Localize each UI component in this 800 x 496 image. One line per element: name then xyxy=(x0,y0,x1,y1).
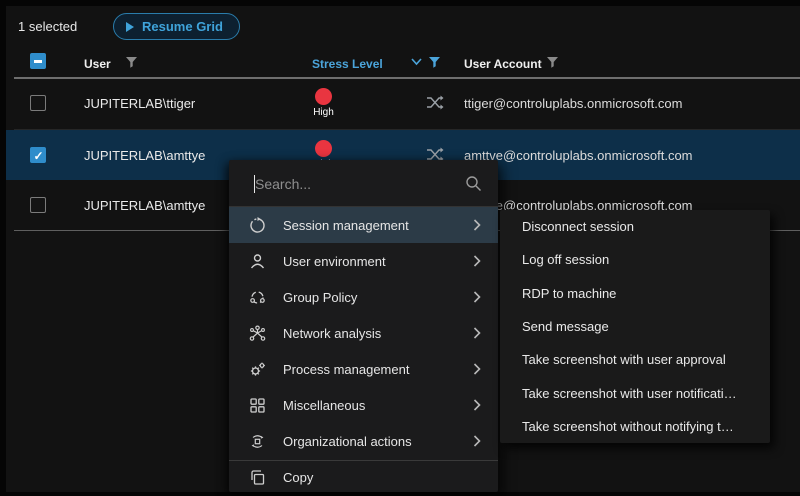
menu-item-label: Copy xyxy=(283,470,314,485)
filter-icon[interactable] xyxy=(125,56,138,69)
select-all-checkbox[interactable] xyxy=(30,53,46,69)
app-panel: 1 selected Resume Grid User Stress Level… xyxy=(6,6,800,492)
play-icon xyxy=(126,21,134,32)
user-cell: JUPITERLAB\amttye xyxy=(84,148,206,163)
chevron-right-icon xyxy=(473,327,481,339)
menu-item-label: User environment xyxy=(283,253,386,269)
process-management-icon xyxy=(250,362,265,376)
stress-level-label: High xyxy=(313,107,334,118)
filter-icon[interactable] xyxy=(546,56,559,69)
row-checkbox[interactable] xyxy=(30,95,46,111)
chevron-right-icon xyxy=(473,255,481,267)
menu-item-organizational-actions[interactable]: Organizational actions xyxy=(229,423,498,459)
stress-level-indicator xyxy=(315,140,332,157)
search-input[interactable] xyxy=(255,172,455,196)
context-menu: Session management User environment Grou… xyxy=(229,160,498,492)
chevron-right-icon xyxy=(473,219,481,231)
submenu-item-screenshot-approval[interactable]: Take screenshot with user approval xyxy=(500,343,770,376)
user-cell: JUPITERLAB\ttiger xyxy=(84,96,196,111)
submenu-item-screenshot-no-notify[interactable]: Take screenshot without notifying t… xyxy=(500,410,770,443)
menu-divider xyxy=(229,460,498,461)
account-cell: ttiger@controluplabs.onmicrosoft.com xyxy=(464,96,683,111)
submenu-item-disconnect-session[interactable]: Disconnect session xyxy=(500,210,770,243)
row-checkbox[interactable] xyxy=(30,147,46,163)
chevron-right-icon xyxy=(473,435,481,447)
stress-level-indicator xyxy=(315,88,332,105)
submenu-item-rdp-to-machine[interactable]: RDP to machine xyxy=(500,277,770,310)
account-cell: amttve@controluplabs.onmicrosoft.com xyxy=(464,148,693,163)
group-policy-icon xyxy=(250,290,265,304)
menu-item-label: Miscellaneous xyxy=(283,397,366,413)
submenu-item-send-message[interactable]: Send message xyxy=(500,310,770,343)
shuffle-icon xyxy=(427,95,444,110)
user-cell: JUPITERLAB\amttye xyxy=(84,198,206,213)
menu-item-miscellaneous[interactable]: Miscellaneous xyxy=(229,387,498,423)
context-menu-search xyxy=(229,160,498,207)
menu-item-label: Process management xyxy=(283,361,410,377)
search-icon xyxy=(466,176,481,191)
menu-item-session-management[interactable]: Session management xyxy=(229,207,498,243)
column-header-stress-level[interactable]: Stress Level xyxy=(312,57,383,71)
chevron-right-icon xyxy=(473,291,481,303)
menu-item-network-analysis[interactable]: Network analysis xyxy=(229,315,498,351)
chevron-right-icon xyxy=(473,363,481,375)
menu-item-user-environment[interactable]: User environment xyxy=(229,243,498,279)
copy-icon xyxy=(251,470,265,485)
submenu-item-log-off-session[interactable]: Log off session xyxy=(500,243,770,276)
sort-desc-icon[interactable] xyxy=(411,58,422,66)
row-checkbox[interactable] xyxy=(30,197,46,213)
selected-count-label: 1 selected xyxy=(18,19,78,34)
table-row[interactable]: JUPITERLAB\ttiger High ttiger@controlupl… xyxy=(6,78,800,130)
user-environment-icon xyxy=(250,253,265,268)
submenu-item-screenshot-notification[interactable]: Take screenshot with user notificati… xyxy=(500,376,770,409)
organizational-actions-icon xyxy=(251,434,264,448)
column-header-user[interactable]: User xyxy=(84,57,111,71)
chevron-right-icon xyxy=(473,399,481,411)
menu-item-label: Group Policy xyxy=(283,289,358,305)
session-management-icon xyxy=(250,216,265,233)
menu-item-copy[interactable]: Copy xyxy=(229,462,498,493)
resume-grid-button-label: Resume Grid xyxy=(142,19,223,34)
filter-icon[interactable] xyxy=(428,56,441,69)
menu-item-process-management[interactable]: Process management xyxy=(229,351,498,387)
menu-item-label: Network analysis xyxy=(283,325,382,341)
network-analysis-icon xyxy=(249,324,266,341)
miscellaneous-icon xyxy=(250,397,265,413)
table-header: User Stress Level User Account xyxy=(6,50,800,77)
column-header-user-account[interactable]: User Account xyxy=(464,57,542,71)
menu-item-label: Session management xyxy=(283,217,409,233)
menu-item-group-policy[interactable]: Group Policy xyxy=(229,279,498,315)
session-management-submenu: Disconnect session Log off session RDP t… xyxy=(500,210,770,443)
menu-item-label: Organizational actions xyxy=(283,433,412,449)
resume-grid-button[interactable]: Resume Grid xyxy=(113,13,240,40)
